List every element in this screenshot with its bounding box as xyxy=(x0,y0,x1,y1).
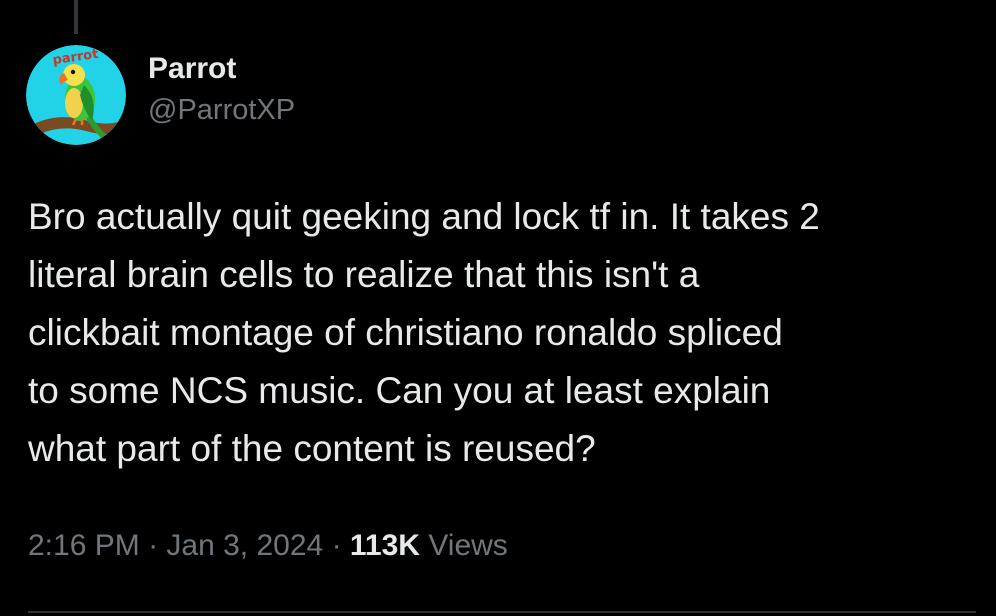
meta-separator: · xyxy=(148,529,159,562)
tweet-timestamp-link[interactable]: 2:16 PM · Jan 3, 2024 xyxy=(28,529,323,562)
tweet-text-line: what part of the content is reused? xyxy=(28,428,596,469)
author-block: Parrot @ParrotXP xyxy=(148,50,295,128)
views-count: 113K xyxy=(349,529,420,562)
tweet-text-line: literal brain cells to realize that this… xyxy=(28,254,700,295)
tweet-text-line: clickbait montage of christiano ronaldo … xyxy=(28,312,783,353)
tweet-meta: 2:16 PM · Jan 3, 2024 · 113K Views xyxy=(28,526,508,566)
tweet-time: 2:16 PM xyxy=(28,529,140,562)
author-handle[interactable]: @ParrotXP xyxy=(148,92,295,128)
tweet-text: Bro actually quit geeking and lock tf in… xyxy=(28,188,978,478)
tweet-text-line: to some NCS music. Can you at least expl… xyxy=(28,370,771,411)
meta-separator: · xyxy=(331,529,342,562)
tweet-views-link[interactable]: 113K Views xyxy=(350,529,508,562)
tweet-text-line: Bro actually quit geeking and lock tf in… xyxy=(28,196,820,237)
views-label: Views xyxy=(428,529,508,562)
bottom-divider xyxy=(28,611,976,613)
thread-connector-line xyxy=(74,0,78,34)
author-display-name[interactable]: Parrot xyxy=(148,50,295,88)
tweet-date: Jan 3, 2024 xyxy=(166,529,324,562)
parrot-avatar-icon[interactable]: parrot xyxy=(26,45,126,145)
